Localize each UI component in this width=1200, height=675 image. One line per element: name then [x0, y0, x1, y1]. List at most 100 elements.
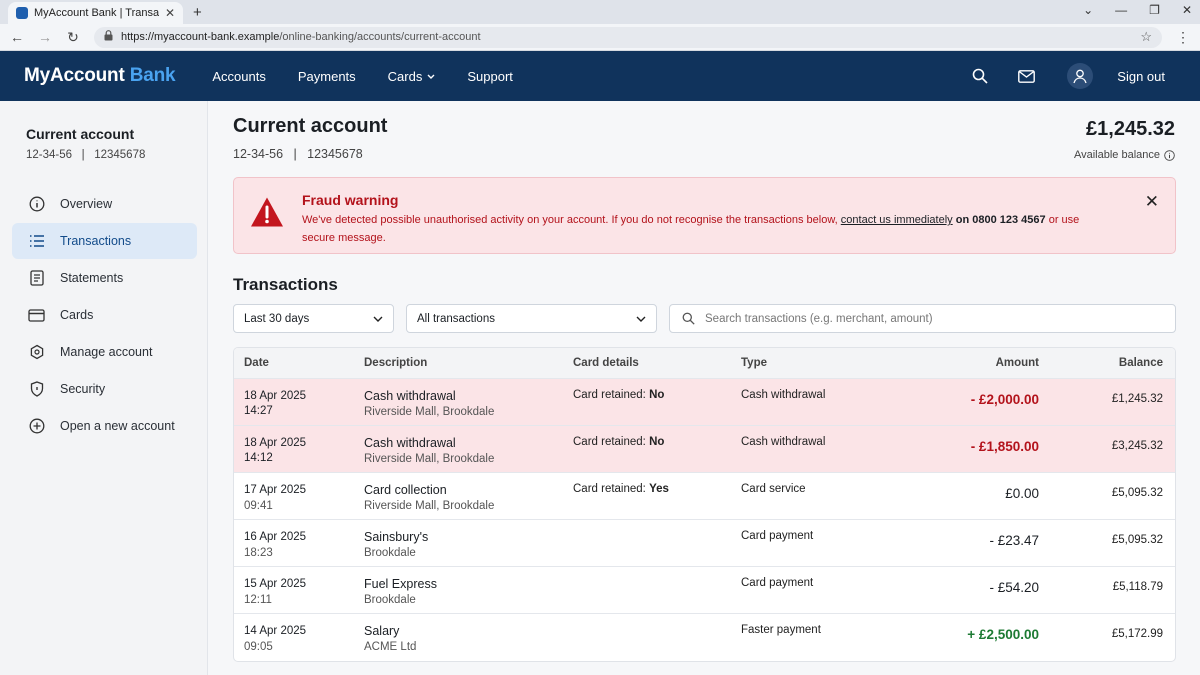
col-amount[interactable]: Amount [881, 357, 1039, 369]
row-balance: £5,095.32 [1111, 534, 1163, 546]
alert-text: We've detected possible unauthorised act… [302, 214, 841, 226]
table-header: Date Description Card details Type Amoun… [234, 348, 1175, 379]
back-icon[interactable]: ← [10, 29, 24, 45]
info-icon[interactable] [1164, 149, 1175, 161]
nav-payments[interactable]: Payments [298, 69, 356, 84]
app-header: MyAccount Bank Accounts Payments Cards S… [0, 51, 1200, 101]
forward-icon[interactable]: → [38, 29, 52, 45]
sign-out-link[interactable]: Sign out [1117, 69, 1165, 84]
row-time: 14:12 [244, 452, 273, 464]
sidebar-item-label: Manage account [60, 345, 153, 359]
table-row[interactable]: 18 Apr 2025 14:12 Cash withdrawal Riversid… [234, 426, 1175, 473]
search-icon[interactable] [969, 65, 991, 87]
col-date[interactable]: Date [234, 357, 364, 369]
transaction-filters: Last 30 days All transactions Search tra… [233, 304, 1176, 333]
row-time: 09:05 [244, 641, 273, 653]
table-row[interactable]: 14 Apr 2025 09:05 Salary ACME Ltd Faster p… [234, 614, 1175, 661]
row-card-value: No [649, 389, 665, 401]
table-row[interactable]: 18 Apr 2025 14:27 Cash withdrawal Riversid… [234, 379, 1175, 426]
sidebar-item-cards[interactable]: Cards [12, 297, 197, 333]
fraud-warning-banner: Fraud warning We've detected possible un… [233, 177, 1176, 254]
row-location: Brookdale [364, 547, 416, 559]
row-balance: £5,118.79 [1112, 581, 1163, 593]
row-type: Card service [741, 483, 806, 495]
row-amount: - £2,000.00 [970, 392, 1039, 407]
sidebar-item-transactions[interactable]: Transactions [12, 223, 197, 259]
type-select-value: All transactions [417, 312, 495, 325]
nav-cards-label: Cards [387, 68, 423, 84]
new-tab-icon[interactable]: + [193, 4, 202, 21]
period-select-value: Last 30 days [244, 312, 310, 325]
row-card-details [573, 520, 741, 566]
chevron-down-icon [373, 316, 383, 322]
row-card-value: No [649, 436, 665, 448]
search-input[interactable]: Search transactions (e.g. merchant, amou… [669, 304, 1176, 333]
row-type: Card payment [741, 577, 814, 589]
available-balance: £1,245.32 [1086, 118, 1175, 140]
url-field[interactable]: https://myaccount-bank.example/online-ba… [94, 26, 1162, 48]
browser-tab[interactable]: MyAccount Bank | Transactions ✕ [8, 2, 183, 24]
col-card-details[interactable]: Card details [573, 357, 741, 369]
restore-icon[interactable]: ❐ [1149, 3, 1160, 17]
row-type: Card payment [741, 530, 814, 542]
tab-close-icon[interactable]: ✕ [165, 6, 175, 20]
table-row[interactable]: 16 Apr 2025 18:23 Sainsbury's Brookdale Ca… [234, 520, 1175, 567]
table-row[interactable]: 15 Apr 2025 12:11 Fuel Express Brookdale C… [234, 567, 1175, 614]
contact-us-link[interactable]: contact us immediately [841, 214, 953, 226]
sidebar-item-manage-account[interactable]: Manage account [12, 334, 197, 370]
lock-icon [104, 30, 113, 44]
balance-label-row: Available balance [1074, 149, 1175, 161]
row-description: Cash withdrawal [364, 389, 456, 403]
nav-accounts[interactable]: Accounts [212, 69, 265, 84]
nav-support[interactable]: Support [467, 69, 513, 84]
browser-tab-bar: MyAccount Bank | Transactions ✕ + ⌄ — ❐ … [0, 0, 1200, 24]
type-select[interactable]: All transactions [406, 304, 657, 333]
period-select[interactable]: Last 30 days [233, 304, 394, 333]
chevron-down-icon[interactable]: ⌄ [1083, 3, 1093, 17]
row-amount: - £1,850.00 [970, 439, 1039, 454]
address-bar: ← → ↻ https://myaccount-bank.example/onl… [0, 24, 1200, 51]
bookmark-star-icon[interactable]: ☆ [1140, 29, 1152, 45]
sidebar-item-label: Transactions [60, 234, 132, 248]
col-description[interactable]: Description [364, 357, 573, 369]
header-actions: Sign out [969, 63, 1176, 89]
sidebar-item-label: Open a new account [60, 419, 175, 433]
sidebar-item-open-account[interactable]: Open a new account [12, 408, 197, 444]
avatar-icon[interactable] [1067, 63, 1094, 89]
table-row[interactable]: 17 Apr 2025 09:41 Card collection Riversid… [234, 473, 1175, 520]
mail-icon[interactable] [1015, 65, 1037, 87]
row-location: Riverside Mall, Brookdale [364, 453, 495, 465]
sidebar-account-name: Current account [26, 126, 135, 142]
row-date: 18 Apr 2025 [244, 437, 307, 449]
col-type[interactable]: Type [741, 357, 881, 369]
col-balance[interactable]: Balance [1039, 357, 1175, 369]
reload-icon[interactable]: ↻ [66, 29, 80, 46]
row-amount: - £54.20 [989, 580, 1039, 595]
shield-icon [28, 381, 45, 398]
row-location: ACME Ltd [364, 641, 417, 653]
browser-menu-icon[interactable]: ⋮ [1176, 29, 1190, 46]
row-card-label: Card retained: [573, 436, 650, 448]
row-description: Sainsbury's [364, 530, 429, 544]
close-icon[interactable]: ✕ [1145, 192, 1159, 212]
transactions-table: Date Description Card details Type Amoun… [233, 347, 1176, 662]
sidebar-item-statements[interactable]: Statements [12, 260, 197, 296]
nav-cards[interactable]: Cards [388, 69, 436, 84]
brand-logo[interactable]: MyAccount Bank [24, 65, 176, 87]
url-path: /online-banking/accounts/current-account [279, 31, 481, 43]
row-card-label: Card retained: [573, 483, 650, 495]
minimize-icon[interactable]: — [1115, 3, 1127, 17]
sidebar-item-security[interactable]: Security [12, 371, 197, 407]
row-time: 09:41 [244, 500, 273, 512]
row-date: 18 Apr 2025 [244, 390, 307, 402]
plus-circle-icon [28, 418, 45, 435]
sidebar-item-label: Overview [60, 197, 113, 211]
row-type: Faster payment [741, 624, 821, 636]
info-icon [28, 196, 45, 213]
phone-number[interactable]: 0800 123 4567 [972, 214, 1045, 226]
close-window-icon[interactable]: ✕ [1182, 3, 1192, 17]
row-balance: £5,172.99 [1111, 628, 1163, 640]
row-date: 16 Apr 2025 [244, 531, 307, 543]
sidebar-item-overview[interactable]: Overview [12, 186, 197, 222]
row-amount: £0.00 [1005, 486, 1039, 501]
